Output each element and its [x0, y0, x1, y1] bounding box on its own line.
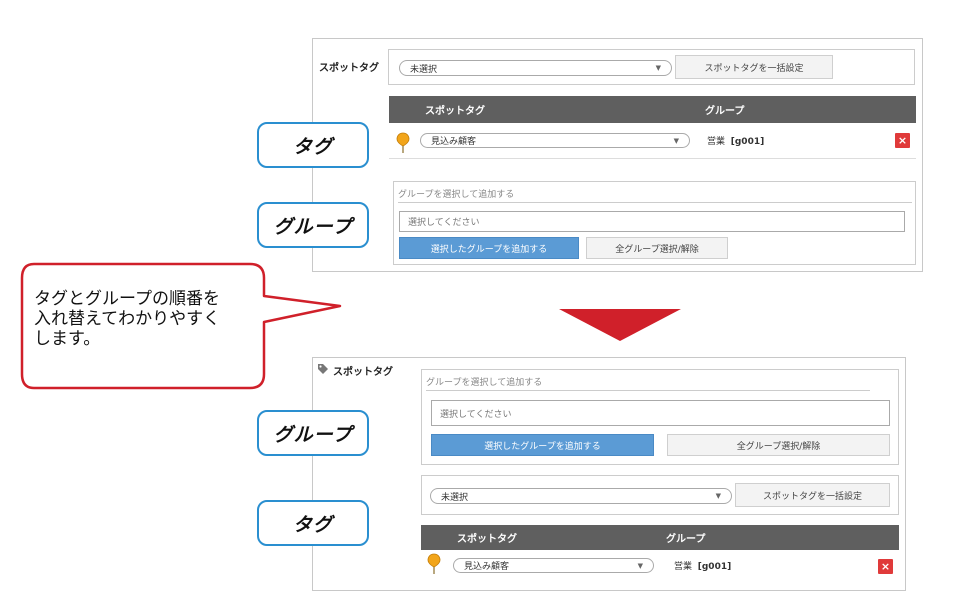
spot-tag-select[interactable]: 未選択 ▼	[399, 60, 672, 76]
col-group: グループ	[666, 534, 706, 545]
bulk-set-button[interactable]: スポットタグを一括設定	[675, 55, 833, 79]
callout-tag-before: タグ	[257, 122, 369, 168]
toggle-all-groups-button[interactable]: 全グループ選択/解除	[667, 434, 890, 456]
spot-tag-label: スポットタグ	[319, 63, 379, 74]
divider	[398, 202, 912, 203]
row-group-cell: 営業 [g001]	[707, 134, 764, 147]
tag-table-header: スポットタグ グループ	[421, 525, 899, 550]
col-spot-tag: スポットタグ	[425, 106, 485, 117]
divider	[426, 390, 870, 391]
callout-group-before: グループ	[257, 202, 369, 248]
group-section-title: グループを選択して追加する	[426, 378, 543, 388]
group-name: 営業	[674, 562, 693, 572]
note-line-2: 入れ替えてわかりやすく	[34, 309, 221, 328]
group-code: [g001]	[697, 562, 732, 572]
tag-table-row: 見込み顧客 ▼ 営業 [g001] ×	[389, 123, 916, 159]
after-panel: スポットタグ グループを選択して追加する 選択してください 選択したグループを追…	[312, 357, 906, 591]
map-pin-icon	[427, 553, 441, 574]
select-value: 未選択	[441, 492, 469, 503]
bulk-tag-box: 未選択 ▼ スポットタグを一括設定	[388, 49, 915, 85]
row-tag-select[interactable]: 見込み顧客 ▼	[420, 133, 690, 148]
tag-table-row: 見込み顧客 ▼ 営業 [g001] ×	[421, 550, 899, 584]
note-text: タグとグループの順番を 入れ替えてわかりやすく します。	[34, 289, 250, 349]
group-search-input[interactable]: 選択してください	[399, 211, 905, 232]
callout-tag-after: タグ	[257, 500, 369, 546]
spot-tag-select[interactable]: 未選択 ▼	[430, 488, 732, 504]
group-select-box: グループを選択して追加する 選択してください 選択したグループを追加する 全グル…	[421, 369, 899, 465]
chevron-down-icon: ▼	[637, 561, 643, 570]
spot-tag-label: スポットタグ	[333, 367, 393, 378]
chevron-down-icon: ▼	[673, 136, 679, 145]
group-search-input[interactable]: 選択してください	[431, 400, 890, 426]
group-name: 営業	[707, 137, 726, 147]
row-tag-select[interactable]: 見込み顧客 ▼	[453, 558, 654, 573]
map-pin-icon	[396, 132, 410, 153]
down-arrow-icon	[559, 309, 681, 341]
row-tag-value: 見込み顧客	[431, 137, 477, 147]
bulk-tag-box: 未選択 ▼ スポットタグを一括設定	[421, 475, 899, 515]
col-spot-tag: スポットタグ	[457, 534, 517, 545]
callout-group-after: グループ	[257, 410, 369, 456]
group-code: [g001]	[730, 137, 765, 147]
bulk-set-button[interactable]: スポットタグを一括設定	[735, 483, 890, 507]
note-line-1: タグとグループの順番を	[34, 289, 220, 308]
group-select-box: グループを選択して追加する 選択してください 選択したグループを追加する 全グル…	[393, 181, 916, 265]
note-line-3: します。	[34, 329, 101, 348]
col-group: グループ	[705, 106, 745, 117]
add-group-button[interactable]: 選択したグループを追加する	[431, 434, 654, 456]
group-section-title: グループを選択して追加する	[398, 190, 515, 200]
delete-row-button[interactable]: ×	[895, 133, 910, 148]
row-group-cell: 営業 [g001]	[674, 559, 731, 572]
tag-icon	[318, 364, 328, 374]
toggle-all-groups-button[interactable]: 全グループ選択/解除	[586, 237, 728, 259]
add-group-button[interactable]: 選択したグループを追加する	[399, 237, 579, 259]
delete-row-button[interactable]: ×	[878, 559, 893, 574]
before-panel: スポットタグ 未選択 ▼ スポットタグを一括設定 スポットタグ グループ 見込み…	[312, 38, 923, 272]
tag-table-header: スポットタグ グループ	[389, 96, 916, 123]
row-tag-value: 見込み顧客	[464, 562, 510, 572]
select-value: 未選択	[410, 64, 438, 75]
chevron-down-icon: ▼	[715, 492, 721, 500]
chevron-down-icon: ▼	[655, 64, 661, 72]
